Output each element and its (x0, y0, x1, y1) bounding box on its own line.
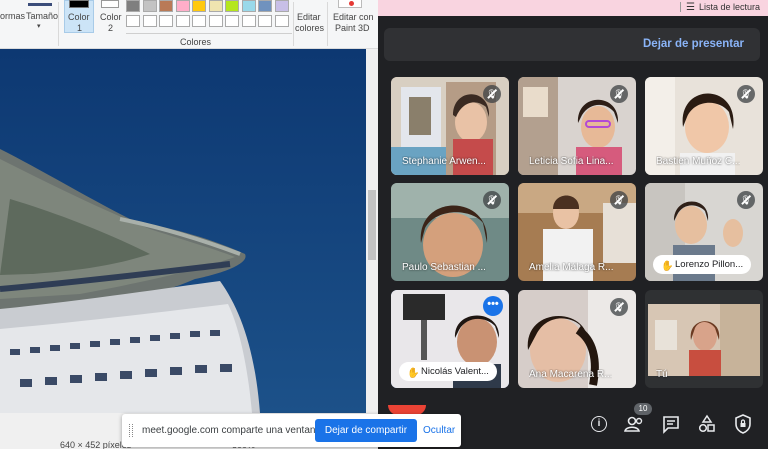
palette-swatch-empty[interactable] (192, 15, 206, 27)
palette-swatch-empty[interactable] (208, 15, 223, 27)
palette-swatch[interactable] (142, 0, 157, 12)
reading-list-icon: ☰ (685, 1, 695, 13)
edit-colors-label-line2[interactable]: colores (295, 23, 324, 33)
participant-name: Tú (656, 369, 668, 380)
size-label[interactable]: Tamaño (26, 11, 58, 21)
mic-off-icon: 🎙 (483, 85, 501, 103)
divider (327, 2, 328, 46)
palette-swatch-empty[interactable] (258, 15, 272, 27)
paint3d-label-line2[interactable]: Paint 3D (335, 23, 370, 33)
participant-name-chip: ✋ Lorenzo Pillon... (653, 255, 752, 274)
paint3d-label-line1[interactable]: Editar con (333, 12, 374, 22)
colors-group-label: Colores (180, 37, 212, 47)
size-chevron-icon[interactable]: ▾ (37, 22, 41, 30)
palette-swatch-empty[interactable] (159, 15, 173, 27)
raised-hand-icon: ✋ (407, 368, 420, 379)
mic-off-icon: 🎙 (737, 191, 755, 209)
participant-name-chip: ✋ Nicolás Valent... (399, 362, 497, 381)
palette-swatch-empty[interactable] (175, 15, 190, 27)
participant-name: Bastien Muñoz C... (656, 156, 741, 167)
participant-name: Amelia Málaga R... (529, 262, 614, 273)
people-icon[interactable] (623, 413, 645, 435)
more-options-button[interactable]: ••• (483, 296, 503, 316)
palette-swatch-empty[interactable] (225, 15, 239, 27)
raised-hand-icon: ✋ (661, 261, 674, 272)
participant-tile[interactable]: 🎙 Paulo Sebastian ... (391, 183, 509, 281)
mic-off-icon: 🎙 (610, 85, 628, 103)
participant-tile-selected[interactable]: ••• ✋ Nicolás Valent... (391, 290, 509, 388)
share-message: meet.google.com comparte una ventana. (142, 425, 324, 436)
shapes-label[interactable]: ormas (0, 11, 25, 21)
color-palette (126, 0, 292, 30)
palette-swatch-empty[interactable] (126, 15, 140, 27)
ship-image (0, 49, 366, 413)
palette-swatch-empty[interactable] (274, 15, 289, 27)
color1-label-line1: Color (68, 12, 90, 22)
participant-tile[interactable]: 🎙 Amelia Málaga R... (518, 183, 636, 281)
palette-swatch[interactable] (241, 0, 256, 12)
screen-share-notification: meet.google.com comparte una ventana. De… (122, 414, 461, 447)
drag-handle-icon[interactable] (129, 424, 133, 437)
mic-off-icon: 🎙 (483, 191, 501, 209)
activities-icon[interactable] (696, 413, 718, 435)
divider (58, 2, 59, 46)
paint-canvas[interactable] (0, 49, 366, 413)
palette-swatch[interactable] (126, 0, 140, 12)
paint3d-icon[interactable] (338, 0, 362, 8)
size-line-icon[interactable] (28, 3, 52, 6)
divider (293, 2, 294, 46)
reading-list-button[interactable]: ☰ Lista de lectura (679, 0, 760, 14)
edit-colors-label-line1[interactable]: Editar (297, 12, 321, 22)
color1-label-line2: 1 (77, 23, 83, 33)
palette-swatch[interactable] (258, 0, 272, 12)
participant-name: Nicolás Valent... (421, 366, 489, 377)
stop-presenting-button[interactable]: Dejar de presentar (643, 38, 744, 50)
participant-tile[interactable]: 🎙 ✋ Lorenzo Pillon... (645, 183, 763, 281)
palette-swatch-empty[interactable] (142, 15, 157, 27)
info-icon[interactable]: i (588, 413, 610, 435)
presenting-banner: Dejar de presentar (384, 28, 760, 61)
hide-button[interactable]: Ocultar (423, 425, 455, 436)
reading-list-label: Lista de lectura (698, 2, 760, 12)
palette-swatch[interactable] (225, 0, 239, 12)
people-count-badge: 10 (634, 403, 652, 415)
shield-icon[interactable] (732, 413, 754, 435)
mic-off-icon: 🎙 (610, 191, 628, 209)
palette-swatch-empty[interactable] (241, 15, 256, 27)
participant-tile[interactable]: 🎙 Stephanie Arwen... (391, 77, 509, 175)
participant-tile[interactable]: 🎙 Bastien Muñoz C... (645, 77, 763, 175)
chat-icon[interactable] (660, 413, 682, 435)
divider (126, 33, 292, 34)
participant-name: Paulo Sebastian ... (402, 262, 486, 273)
palette-swatch[interactable] (159, 0, 173, 12)
color2-label-line1[interactable]: Color (100, 12, 122, 22)
mic-off-icon: 🎙 (737, 85, 755, 103)
color2-label-line2[interactable]: 2 (108, 23, 113, 33)
participant-tile-self[interactable]: Tú (645, 290, 763, 388)
participant-tile[interactable]: 🎙 Leticia Sofia Lina... (518, 77, 636, 175)
palette-swatch[interactable] (274, 0, 289, 12)
mic-off-icon: 🎙 (610, 298, 628, 316)
color1-swatch (69, 0, 89, 8)
participant-name: Ana Macarena R... (529, 369, 613, 380)
participant-name: Lorenzo Pillon... (675, 259, 744, 270)
palette-swatch[interactable] (208, 0, 223, 12)
participant-tile[interactable]: 🎙 Ana Macarena R... (518, 290, 636, 388)
participant-name: Leticia Sofia Lina... (529, 156, 614, 167)
browser-bookmarks-bar: ☰ Lista de lectura (378, 0, 768, 16)
meet-window: ☰ Lista de lectura Dejar de presentar 🎙 … (378, 0, 768, 449)
scrollbar-thumb[interactable] (368, 190, 376, 260)
participant-name: Stephanie Arwen... (402, 156, 486, 167)
palette-swatch[interactable] (192, 0, 206, 12)
palette-swatch[interactable] (175, 0, 190, 12)
paint-ribbon: ormas Tamaño ▾ Color 1 Color 2 Colores E… (0, 0, 378, 49)
stop-sharing-button[interactable]: Dejar de compartir (315, 419, 417, 442)
color2-swatch[interactable] (101, 0, 119, 8)
image-dimensions: 640 × 452 píxeles (60, 440, 132, 449)
paint-window: ormas Tamaño ▾ Color 1 Color 2 Colores E… (0, 0, 378, 449)
